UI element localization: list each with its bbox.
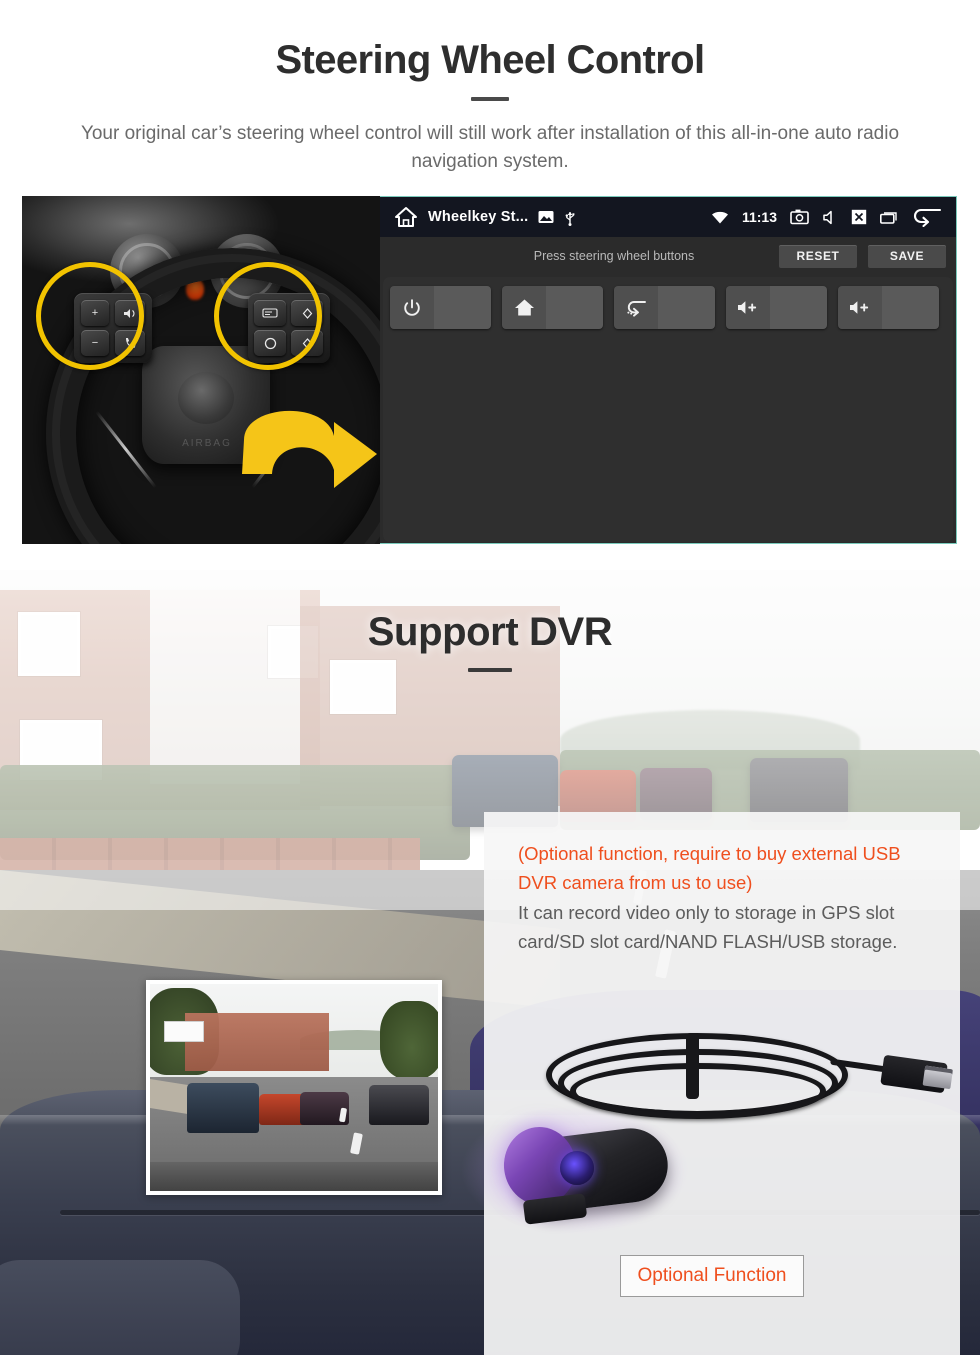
back-icon — [614, 286, 658, 329]
key-cell-volume-up-2-value — [882, 286, 939, 329]
app-title: Wheelkey St... — [428, 209, 529, 225]
volume-up-icon — [838, 286, 882, 329]
steering-section-subtitle: Your original car’s steering wheel contr… — [80, 123, 900, 172]
usb-icon — [564, 209, 576, 226]
inset-dashboard — [150, 1162, 438, 1191]
key-cell-home-value — [546, 286, 603, 329]
key-cell-volume-up-2[interactable] — [838, 286, 939, 329]
wheelkey-toolbar: Press steering wheel buttons RESET SAVE — [380, 237, 956, 275]
home-icon — [502, 286, 546, 329]
steering-media-row: AIRBAG + − Wheelkey St... 11:13 Press st… — [22, 196, 957, 544]
dvr-optional-note: (Optional function, require to buy exter… — [518, 843, 901, 893]
inset-tree-right — [380, 1000, 438, 1080]
screenshot-icon[interactable] — [790, 209, 809, 225]
highlight-circle-left — [36, 262, 144, 370]
toolbar-hint: Press steering wheel buttons — [533, 249, 695, 263]
airbag-label: AIRBAG — [182, 438, 232, 449]
head-unit-screen: Wheelkey St... 11:13 Press steering whee… — [380, 196, 957, 544]
wheelkey-learning-area — [383, 277, 953, 542]
yellow-arrow-icon — [242, 410, 377, 488]
steering-wheel-control-section: Steering Wheel Control Your original car… — [0, 0, 980, 570]
scene-dashboard-pod — [0, 1260, 240, 1355]
inset-vehicle — [368, 1085, 430, 1125]
status-bar-right: 11:13 — [711, 208, 942, 227]
support-dvr-section: Support DVR (Optional function, require … — [0, 570, 980, 1355]
android-status-bar: Wheelkey St... 11:13 — [380, 197, 956, 237]
key-cell-power[interactable] — [390, 286, 491, 329]
usb-dvr-camera-photo — [460, 1015, 950, 1265]
usb-connector — [880, 1054, 948, 1094]
reset-button[interactable]: RESET — [779, 244, 857, 268]
save-button[interactable]: SAVE — [868, 244, 946, 268]
volume-up-icon — [726, 286, 770, 329]
optional-function-button[interactable]: Optional Function — [620, 1255, 804, 1297]
dvr-description: It can record video only to storage in G… — [518, 902, 898, 953]
inset-vehicle — [187, 1083, 260, 1134]
back-arrow-icon[interactable] — [912, 208, 942, 227]
inset-houses — [184, 1012, 329, 1071]
home-icon[interactable] — [394, 206, 418, 228]
highlight-circle-right — [214, 262, 322, 370]
camera-lens — [560, 1151, 594, 1185]
key-mapping-row — [390, 286, 946, 329]
product-feature-page: Steering Wheel Control Your original car… — [0, 0, 980, 1355]
dvr-recorded-video-inset — [146, 980, 442, 1195]
dvr-title-divider — [468, 668, 512, 672]
steering-wheel-photo: AIRBAG + − — [22, 196, 380, 544]
image-icon — [538, 210, 554, 224]
key-cell-home[interactable] — [502, 286, 603, 329]
key-cell-volume-up-1[interactable] — [726, 286, 827, 329]
status-bar-left: Wheelkey St... — [394, 206, 576, 228]
cable-tie — [686, 1033, 699, 1099]
inset-vehicle — [259, 1093, 306, 1125]
horn-pad — [178, 372, 234, 424]
inset-for-sale-sign — [164, 1021, 204, 1042]
key-cell-back[interactable] — [614, 286, 715, 329]
mute-icon[interactable] — [822, 210, 838, 225]
recent-apps-icon[interactable] — [880, 211, 899, 224]
close-box-icon[interactable] — [851, 209, 867, 225]
status-clock: 11:13 — [741, 209, 777, 225]
title-divider — [471, 97, 509, 101]
steering-section-title: Steering Wheel Control — [275, 38, 705, 82]
dvr-section-title: Support DVR — [367, 610, 613, 654]
wifi-icon — [711, 211, 729, 224]
key-cell-back-value — [658, 286, 715, 329]
key-cell-volume-up-1-value — [770, 286, 827, 329]
key-cell-power-value — [434, 286, 491, 329]
power-icon — [390, 286, 434, 329]
